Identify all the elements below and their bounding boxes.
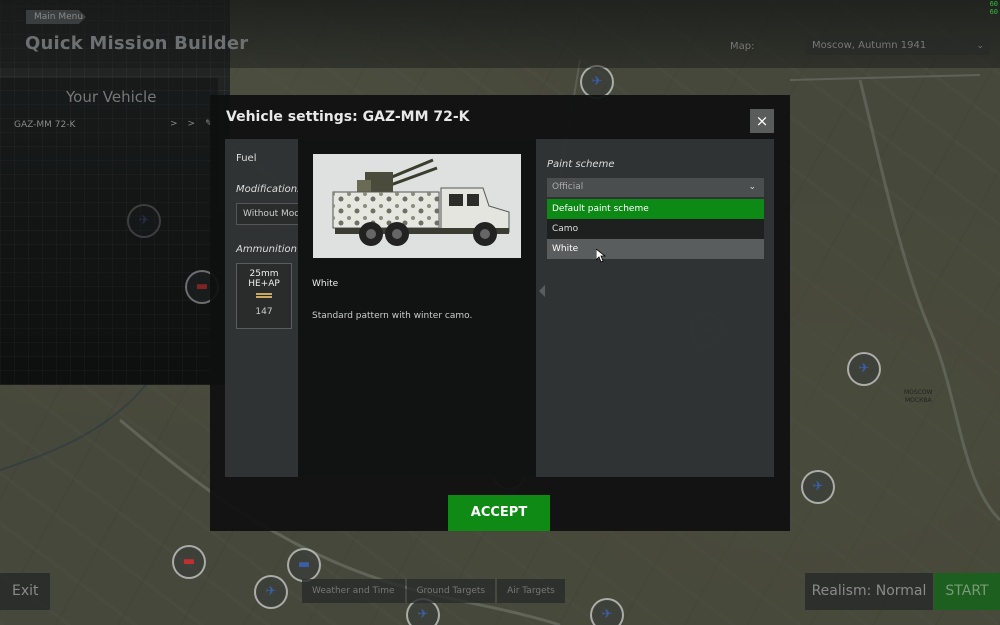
- paint-scheme-select[interactable]: Official ⌄: [547, 178, 764, 197]
- map-select[interactable]: Moscow, Autumn 1941 ⌄: [806, 37, 990, 55]
- truck-image: [332, 158, 510, 246]
- skin-name: White: [312, 279, 339, 289]
- realism-button[interactable]: Realism: Normal: [805, 573, 933, 610]
- skin-preview-panel: White Standard pattern with winter camo.: [298, 139, 536, 477]
- modifications-label: Modifications: [236, 184, 303, 195]
- fps-indicator: 60 60: [990, 0, 998, 16]
- accept-button[interactable]: ACCEPT: [448, 495, 550, 531]
- map-town-label: MOSCOW МОСКВА: [904, 389, 933, 405]
- map-town-cyrillic: МОСКВА: [904, 397, 932, 404]
- dialog-title: Vehicle settings: GAZ-MM 72-K: [226, 109, 470, 125]
- start-button[interactable]: START: [934, 573, 1000, 610]
- tab-ground-targets[interactable]: Ground Targets: [406, 579, 496, 603]
- fps-value: 60: [989, 0, 998, 8]
- map-label: Map:: [730, 41, 755, 52]
- mouse-cursor-icon: [596, 249, 606, 263]
- vehicle-preview-image: [313, 154, 521, 258]
- map-town-latin: MOSCOW: [904, 389, 933, 396]
- page-title: Quick Mission Builder: [25, 33, 249, 54]
- bottom-tabs: Weather and Time Ground Targets Air Targ…: [302, 579, 567, 603]
- map-marker-plane-icon[interactable]: ✈: [590, 598, 624, 625]
- chevron-down-icon: ⌄: [748, 182, 756, 192]
- ammo-count: 147: [255, 307, 273, 317]
- map-marker-plane-icon[interactable]: ✈: [580, 65, 614, 99]
- chevron-down-icon: ⌄: [976, 41, 984, 51]
- tab-weather-and-time[interactable]: Weather and Time: [302, 579, 405, 603]
- vehicle-settings-dialog: Vehicle settings: GAZ-MM 72-K × Fuel Mod…: [210, 95, 790, 531]
- skin-description: Standard pattern with winter camo.: [312, 311, 473, 321]
- map-marker-plane-icon[interactable]: ✈: [801, 470, 835, 504]
- exit-button[interactable]: Exit: [0, 573, 50, 610]
- paint-option-default[interactable]: Default paint scheme: [547, 199, 764, 219]
- paint-scheme-label: Paint scheme: [547, 159, 615, 170]
- map-marker-enemy-icon[interactable]: ▬: [172, 545, 206, 579]
- your-vehicle-title: Your Vehicle: [66, 88, 157, 106]
- main-menu-button[interactable]: Main Menu: [26, 10, 86, 24]
- map-marker-plane-icon[interactable]: ✈: [847, 352, 881, 386]
- ammo-name: 25mm HE+AP: [248, 269, 280, 289]
- paint-option-white[interactable]: White: [547, 239, 764, 259]
- tab-air-targets[interactable]: Air Targets: [497, 579, 565, 603]
- fps-value: 60: [989, 8, 998, 16]
- paint-scheme-options: Default paint scheme Camo White: [547, 199, 764, 259]
- map-marker-vehicle-icon[interactable]: ▬: [287, 548, 321, 582]
- expand-icon[interactable]: >>: [170, 119, 205, 129]
- paint-scheme-value: Official: [552, 182, 584, 192]
- map-marker-plane-icon[interactable]: ✈: [254, 575, 288, 609]
- paint-option-camo[interactable]: Camo: [547, 219, 764, 239]
- hover-pointer-icon: [539, 285, 545, 297]
- map-select-value: Moscow, Autumn 1941: [812, 40, 927, 51]
- your-vehicle-name[interactable]: GAZ-MM 72-K: [14, 120, 75, 130]
- close-icon[interactable]: ×: [750, 109, 774, 133]
- ammo-card[interactable]: 25mm HE+AP 147: [236, 263, 292, 329]
- bullets-icon: [254, 293, 274, 301]
- paint-scheme-panel: Paint scheme Official ⌄ Default paint sc…: [536, 139, 774, 477]
- fuel-label: Fuel: [236, 153, 257, 164]
